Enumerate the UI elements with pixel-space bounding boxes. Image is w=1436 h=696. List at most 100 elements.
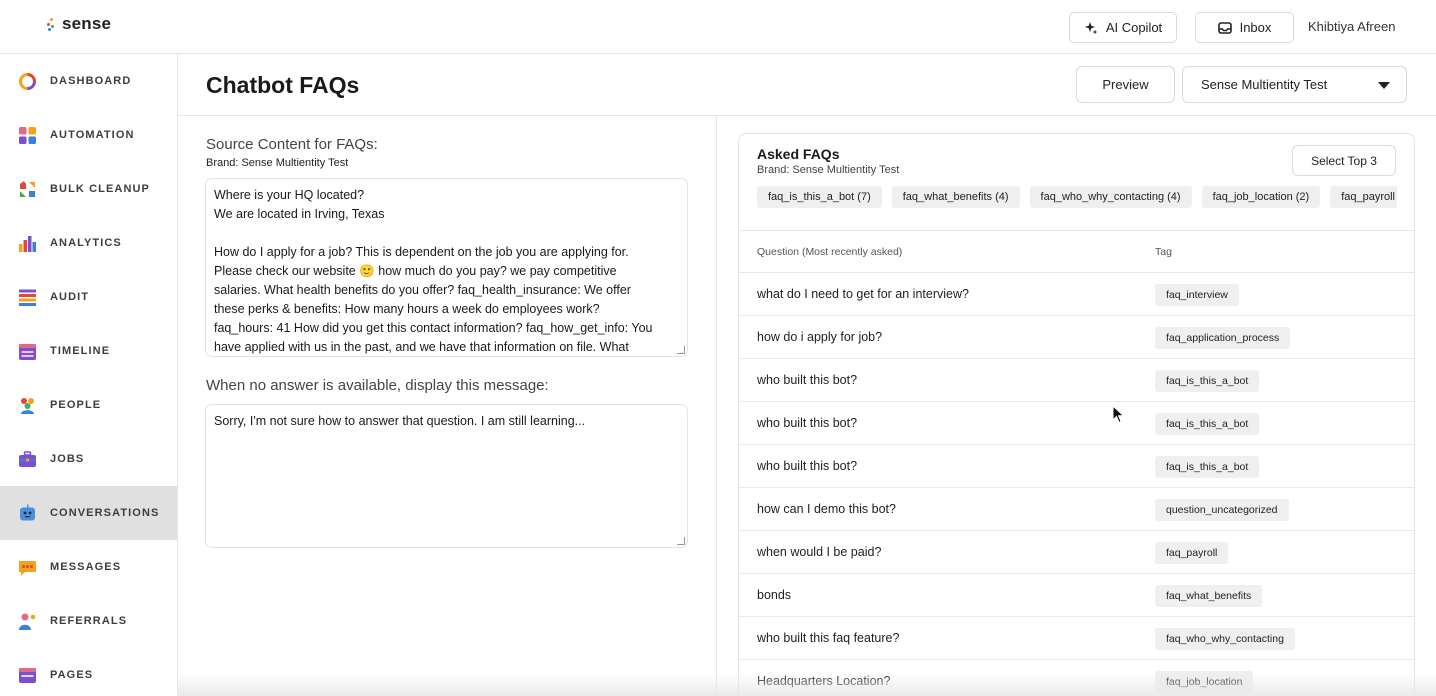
sidebar-item-referrals[interactable]: REFERRALS <box>0 594 177 648</box>
asked-faqs-title: Asked FAQs <box>757 146 840 162</box>
sidebar-item-label: AUDIT <box>50 291 90 303</box>
brand-select[interactable]: Sense Multientity Test <box>1182 66 1407 103</box>
table-row[interactable]: Headquarters Location? faq_job_location <box>739 660 1414 696</box>
table-row[interactable]: when would I be paid? faq_payroll <box>739 531 1414 574</box>
brand-select-value: Sense Multientity Test <box>1201 77 1328 92</box>
tag-column-header: Tag <box>1155 246 1172 258</box>
question-cell: how do i apply for job? <box>757 330 883 344</box>
sidebar-item-label: AUTOMATION <box>50 129 135 141</box>
source-line: salaries. What health benefits do you of… <box>214 283 631 297</box>
table-row[interactable]: what do I need to get for an interview? … <box>739 273 1414 316</box>
preview-button[interactable]: Preview <box>1076 66 1175 103</box>
source-line: faq_hours: 41 How did you get this conta… <box>214 321 653 335</box>
sense-logo-mark-icon <box>46 16 56 32</box>
tag-cell: faq_application_process <box>1155 327 1291 349</box>
question-cell: what do I need to get for an interview? <box>757 287 969 301</box>
tag-cell: faq_what_benefits <box>1155 585 1263 607</box>
sidebar-item-label: PEOPLE <box>50 399 102 411</box>
sidebar-item-label: REFERRALS <box>50 615 128 627</box>
table-row[interactable]: how can I demo this bot? question_uncate… <box>739 488 1414 531</box>
source-line: Please check our website 🙂 how much do y… <box>214 264 617 278</box>
sidebar-item-pages[interactable]: PAGES <box>0 648 177 696</box>
sidebar-item-label: ANALYTICS <box>50 237 122 249</box>
resize-handle-icon[interactable] <box>677 537 685 545</box>
table-row[interactable]: how do i apply for job? faq_application_… <box>739 316 1414 359</box>
question-column-header: Question (Most recently asked) <box>757 246 903 258</box>
tag-cell: faq_who_why_contacting <box>1155 628 1295 650</box>
tag-cell: faq_is_this_a_bot <box>1155 370 1260 392</box>
question-cell: who built this bot? <box>757 459 858 473</box>
question-cell: who built this faq feature? <box>757 631 900 645</box>
sidebar-item-dashboard[interactable]: DASHBOARD <box>0 54 177 108</box>
table-row[interactable]: who built this faq feature? faq_who_why_… <box>739 617 1414 660</box>
no-answer-label: When no answer is available, display thi… <box>206 377 549 394</box>
faq-table-header: Question (Most recently asked) Tag <box>739 230 1414 273</box>
question-cell: Headquarters Location? <box>757 674 891 688</box>
fallback-message-textarea[interactable]: Sorry, I'm not sure how to answer that q… <box>205 404 688 548</box>
question-cell: how can I demo this bot? <box>757 502 896 516</box>
page-title: Chatbot FAQs <box>206 72 360 98</box>
sidebar-item-automation[interactable]: AUTOMATION <box>0 108 177 162</box>
faq-tag-chip[interactable]: faq_job_location (2) <box>1201 186 1321 208</box>
faq-tag-chip[interactable]: faq_what_benefits (4) <box>891 186 1020 208</box>
inbox-button[interactable]: Inbox <box>1195 12 1294 43</box>
messages-icon <box>19 560 36 575</box>
sidebar-item-timeline[interactable]: TIMELINE <box>0 324 177 378</box>
sidebar-item-jobs[interactable]: JOBS <box>0 432 177 486</box>
sidebar-item-audit[interactable]: AUDIT <box>0 270 177 324</box>
conversations-icon <box>20 504 35 520</box>
analytics-icon <box>19 235 36 252</box>
audit-icon <box>19 289 36 306</box>
question-cell: bonds <box>757 588 792 602</box>
resize-handle-icon[interactable] <box>677 346 685 354</box>
tag-cell: faq_is_this_a_bot <box>1155 456 1260 478</box>
source-line: How do I apply for a job? This is depend… <box>214 245 629 259</box>
inbox-icon <box>1217 21 1232 34</box>
sidebar-item-bulk-cleanup[interactable]: BULK CLEANUP <box>0 162 177 216</box>
faq-tag-chips: faq_is_this_a_bot (7) faq_what_benefits … <box>757 186 1397 208</box>
tag-cell: faq_payroll <box>1155 542 1229 564</box>
sidebar-item-label: BULK CLEANUP <box>50 183 150 195</box>
user-name[interactable]: Khibtiya Afreen <box>1308 19 1395 34</box>
faq-source-panel: Source Content for FAQs: Brand: Sense Mu… <box>178 116 717 696</box>
tag-cell: faq_is_this_a_bot <box>1155 413 1260 435</box>
source-line: have applied with us in the past, and we… <box>214 340 629 354</box>
sidebar-item-label: CONVERSATIONS <box>50 507 160 519</box>
sidebar-item-label: MESSAGES <box>50 561 122 573</box>
bulk-cleanup-icon <box>20 180 35 197</box>
fallback-message-text: Sorry, I'm not sure how to answer that q… <box>214 414 586 428</box>
sidebar-item-conversations[interactable]: CONVERSATIONS <box>0 486 177 540</box>
table-row[interactable]: who built this bot? faq_is_this_a_bot <box>739 402 1414 445</box>
sidebar-item-analytics[interactable]: ANALYTICS <box>0 216 177 270</box>
page-header: Chatbot FAQs Preview Sense Multientity T… <box>178 54 1436 116</box>
sparkle-icon <box>1084 21 1098 34</box>
tag-cell: question_uncategorized <box>1155 499 1289 521</box>
referrals-icon <box>19 613 36 630</box>
table-row[interactable]: bonds faq_what_benefits <box>739 574 1414 617</box>
logo-text: sense <box>62 14 112 33</box>
source-line: Where is your HQ located? <box>214 188 365 202</box>
question-cell: when would I be paid? <box>757 545 882 559</box>
question-cell: who built this bot? <box>757 416 858 430</box>
table-row[interactable]: who built this bot? faq_is_this_a_bot <box>739 445 1414 488</box>
source-line: these perks & benefits: How many hours a… <box>214 302 600 316</box>
sidebar-item-people[interactable]: PEOPLE <box>0 378 177 432</box>
sense-logo[interactable]: sense <box>46 14 111 34</box>
timeline-icon <box>19 343 36 360</box>
source-line: We are located in Irving, Texas <box>214 207 385 221</box>
faq-tag-chip[interactable]: faq_who_why_contacting (4) <box>1029 186 1192 208</box>
source-brand-label: Brand: Sense Multientity Test <box>206 157 349 169</box>
sidebar: DASHBOARD AUTOMATION BULK CLEANUP ANALYT… <box>0 54 178 696</box>
faq-tag-chip[interactable]: faq_is_this_a_bot (7) <box>757 186 882 208</box>
table-row[interactable]: who built this bot? faq_is_this_a_bot <box>739 359 1414 402</box>
mouse-pointer-icon <box>1112 405 1125 424</box>
source-content-textarea[interactable]: Where is your HQ located? We are located… <box>205 178 688 357</box>
ai-copilot-button[interactable]: AI Copilot <box>1069 12 1177 43</box>
inbox-label: Inbox <box>1239 20 1272 35</box>
dashboard-icon <box>19 72 36 90</box>
faq-tag-chip[interactable]: faq_payroll (1) <box>1330 186 1397 208</box>
select-top-3-button[interactable]: Select Top 3 <box>1292 145 1396 176</box>
source-content-label: Source Content for FAQs: <box>206 136 378 153</box>
ai-copilot-label: AI Copilot <box>1105 20 1163 35</box>
sidebar-item-messages[interactable]: MESSAGES <box>0 540 177 594</box>
